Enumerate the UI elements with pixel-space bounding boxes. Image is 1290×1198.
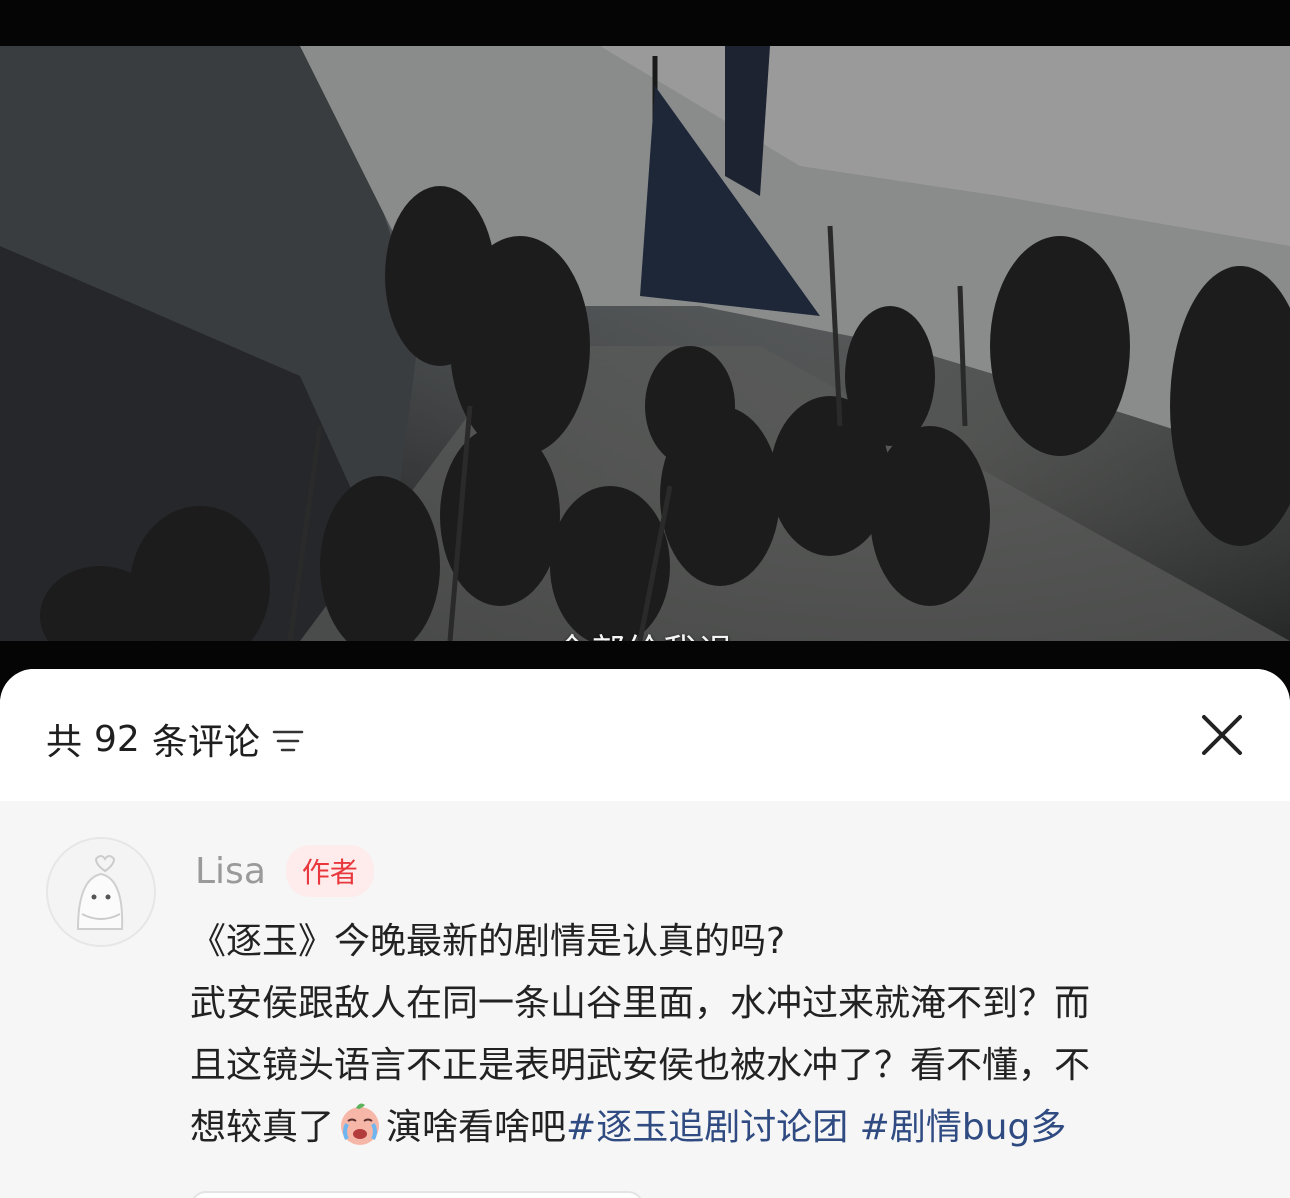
comments-sheet: 共 92 条评论 Lisa 作者 《逐玉》今晚最新的剧情是认真的吗? 武安侯跟敌…: [0, 669, 1290, 1198]
comment-count-title[interactable]: 共 92 条评论: [46, 713, 304, 765]
count-number: 92: [94, 718, 140, 760]
comment-line: 且这镜头语言不正是表明武安侯也被水冲了？看不懂，不: [190, 1045, 1091, 1086]
comment-item: Lisa 作者 《逐玉》今晚最新的剧情是认真的吗? 武安侯跟敌人在同一条山谷里面…: [0, 801, 1290, 1198]
video-frame[interactable]: 全部给我退: [0, 46, 1290, 641]
video-scene: [0, 46, 1290, 641]
avatar[interactable]: [46, 837, 156, 947]
count-suffix: 条评论: [151, 722, 260, 763]
comment-body[interactable]: 《逐玉》今晚最新的剧情是认真的吗? 武安侯跟敌人在同一条山谷里面，水冲过来就淹不…: [190, 911, 1250, 1159]
video-player[interactable]: 全部给我退: [0, 0, 1290, 700]
next-element-edge: [190, 1191, 644, 1198]
avatar-illustration: [48, 839, 154, 945]
sort-lines-icon[interactable]: [272, 724, 304, 754]
comments-header: 共 92 条评论: [0, 669, 1290, 801]
comment-line: 武安侯跟敌人在同一条山谷里面，水冲过来就淹不到？而: [190, 983, 1091, 1024]
crying-emoji-icon: [336, 1099, 384, 1147]
count-prefix: 共: [46, 722, 83, 763]
hashtag-link[interactable]: #剧情bug多: [860, 1107, 1067, 1148]
author-badge: 作者: [285, 845, 374, 897]
close-button[interactable]: [1200, 713, 1244, 757]
author-name[interactable]: Lisa: [195, 851, 266, 892]
comment-text-segment: 演啥看啥吧: [386, 1107, 567, 1148]
hashtag-link[interactable]: #逐玉追剧讨论团: [566, 1107, 848, 1148]
close-icon: [1202, 715, 1242, 755]
comment-line-last: 想较真了 演啥看啥吧#逐玉追剧讨论团 #剧情bug多: [190, 1097, 1250, 1159]
video-subtitle: 全部给我退: [0, 624, 1290, 641]
comment-line: 《逐玉》今晚最新的剧情是认真的吗?: [190, 921, 786, 962]
author-row: Lisa 作者: [195, 845, 374, 897]
comment-text-segment: 想较真了: [190, 1107, 335, 1148]
